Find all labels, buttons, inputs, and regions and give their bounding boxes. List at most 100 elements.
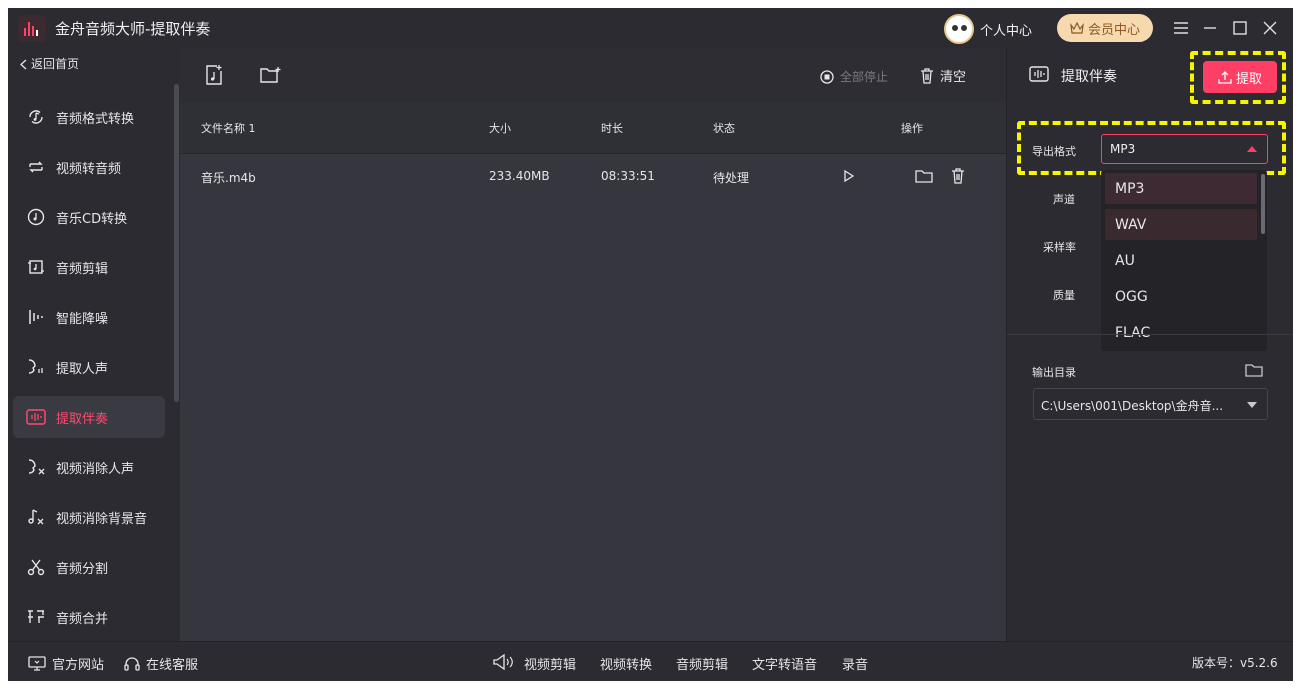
sidebar: 返回首页 音频格式转换 视频转音频 音乐CD转换 音频剪辑 智能降噪 提取人声 … <box>8 48 180 641</box>
online-service-link[interactable]: 在线客服 <box>124 654 198 673</box>
table-row[interactable]: 音乐.m4b 233.40MB 08:33:51 待处理 <box>180 154 1006 200</box>
sidebar-item-label: 视频消除背景音 <box>56 511 148 527</box>
clear-label: 清空 <box>940 70 967 85</box>
divider <box>1007 334 1293 335</box>
format-option-au[interactable]: AU <box>1105 245 1257 276</box>
title-bar: 金舟音频大师-提取伴奏 个人中心 会员中心 <box>8 8 1293 48</box>
sidebar-item-label: 智能降噪 <box>56 311 109 327</box>
sidebar-scrollbar[interactable] <box>174 84 179 402</box>
maximize-icon[interactable] <box>1230 18 1250 38</box>
scissors-icon <box>26 557 46 577</box>
chevron-down-icon <box>1247 402 1257 408</box>
footer-link-video-convert[interactable]: 视频转换 <box>600 654 652 673</box>
open-folder-icon[interactable] <box>914 166 934 186</box>
monitor-icon <box>28 656 46 671</box>
vip-center-button[interactable]: 会员中心 <box>1057 14 1153 42</box>
footer-link-audio-edit[interactable]: 音频剪辑 <box>676 654 728 673</box>
sidebar-item-audio-format-convert[interactable]: 音频格式转换 <box>13 96 165 138</box>
play-icon[interactable] <box>839 166 859 186</box>
clear-button[interactable]: 清空 <box>920 66 966 85</box>
sidebar-item-label: 提取人声 <box>56 361 109 377</box>
sidebar-item-label: 音频合并 <box>56 611 109 627</box>
audio-cut-icon <box>26 257 46 277</box>
official-site-link[interactable]: 官方网站 <box>28 654 104 673</box>
music-convert-icon <box>26 107 46 127</box>
denoise-icon <box>26 307 46 327</box>
output-dir-select[interactable]: C:\Users\001\Desktop\金舟音... <box>1033 388 1268 420</box>
sidebar-item-accompaniment[interactable]: 提取伴奏 <box>13 396 165 438</box>
footer-link-text-to-speech[interactable]: 文字转语音 <box>752 654 817 673</box>
stop-circle-icon <box>820 69 834 84</box>
headset-icon <box>124 656 140 672</box>
sidebar-item-label: 音乐CD转换 <box>56 211 128 227</box>
minimize-icon[interactable] <box>1200 18 1220 38</box>
online-service-label: 在线客服 <box>146 658 199 673</box>
stop-all-label: 全部停止 <box>840 70 889 84</box>
toolbar: 全部停止 清空 <box>180 48 1006 102</box>
delete-icon[interactable] <box>948 166 968 186</box>
output-dir-label: 输出目录 <box>1032 366 1076 379</box>
output-dir-value: C:\Users\001\Desktop\金舟音... <box>1041 399 1224 413</box>
format-option-ogg[interactable]: OGG <box>1105 281 1257 312</box>
personal-center-link[interactable]: 个人中心 <box>980 20 1032 39</box>
video-remove-voice-icon <box>26 457 46 477</box>
add-file-icon[interactable] <box>202 63 226 87</box>
main-content: 全部停止 清空 文件名称 1 大小 时长 状态 操作 音乐.m4b 233.40… <box>180 48 1006 641</box>
sidebar-item-audio-cut[interactable]: 音频剪辑 <box>13 246 165 288</box>
sidebar-item-denoise[interactable]: 智能降噪 <box>13 296 165 338</box>
format-option-flac[interactable]: FLAC <box>1105 317 1257 348</box>
sidebar-item-video-remove-bg[interactable]: 视频消除背景音 <box>13 496 165 538</box>
app-logo <box>18 15 46 42</box>
folder-icon[interactable] <box>1245 363 1263 377</box>
channel-label: 声道 <box>1053 193 1075 206</box>
merge-icon <box>26 607 46 627</box>
crown-icon <box>1070 22 1084 34</box>
version-label: 版本号：v5.2.6 <box>1192 656 1278 670</box>
video-remove-bg-icon <box>26 507 46 527</box>
accompaniment-icon <box>1029 65 1049 83</box>
format-option-mp3[interactable]: MP3 <box>1105 173 1257 204</box>
file-duration: 08:33:51 <box>601 169 655 183</box>
sidebar-item-label: 音频分割 <box>56 561 109 577</box>
column-header-filename[interactable]: 文件名称 1 <box>201 120 256 136</box>
video-to-audio-icon <box>26 157 46 177</box>
chevron-left-icon <box>20 59 27 70</box>
sidebar-item-label: 视频转音频 <box>56 161 122 177</box>
close-icon[interactable] <box>1260 18 1280 38</box>
sidebar-item-music-cd[interactable]: 音乐CD转换 <box>13 196 165 238</box>
avatar[interactable] <box>944 14 974 44</box>
app-title: 金舟音频大师-提取伴奏 <box>55 20 211 38</box>
dropdown-scrollbar[interactable] <box>1261 174 1265 234</box>
megaphone-icon <box>492 652 514 672</box>
sidebar-item-video-to-audio[interactable]: 视频转音频 <box>13 146 165 188</box>
official-site-label: 官方网站 <box>52 658 105 673</box>
menu-icon[interactable] <box>1171 18 1191 38</box>
column-header-status: 状态 <box>713 122 735 135</box>
footer-link-record[interactable]: 录音 <box>842 654 868 673</box>
highlight-format-select <box>1017 121 1286 175</box>
sidebar-item-audio-merge[interactable]: 音频合并 <box>13 596 165 638</box>
panel-title: 提取伴奏 <box>1061 69 1117 85</box>
file-name: 音乐.m4b <box>201 171 256 185</box>
back-home-label: 返回首页 <box>31 57 80 71</box>
format-option-wav[interactable]: WAV <box>1105 209 1257 240</box>
sidebar-item-label: 音频格式转换 <box>56 111 135 127</box>
sidebar-item-audio-split[interactable]: 音频分割 <box>13 546 165 588</box>
panel-header: 提取伴奏 提取 <box>1007 48 1293 104</box>
trash-icon <box>920 67 934 84</box>
column-header-actions: 操作 <box>901 122 923 135</box>
sidebar-item-voice-extract[interactable]: 提取人声 <box>13 346 165 388</box>
sidebar-item-label: 视频消除人声 <box>56 461 135 477</box>
add-folder-icon[interactable] <box>259 63 283 87</box>
sidebar-item-video-remove-voice[interactable]: 视频消除人声 <box>13 446 165 488</box>
sample-rate-label: 采样率 <box>1043 241 1076 254</box>
stop-all-button[interactable]: 全部停止 <box>820 68 888 85</box>
voice-extract-icon <box>26 357 46 377</box>
footer-link-video-edit[interactable]: 视频剪辑 <box>524 654 576 673</box>
file-size: 233.40MB <box>489 169 550 183</box>
file-status: 待处理 <box>713 171 750 185</box>
back-home-link[interactable]: 返回首页 <box>20 55 79 72</box>
highlight-extract-button <box>1190 51 1286 104</box>
settings-panel: 提取伴奏 提取 导出格式 MP3 声道 采样率 质量 MP3 WAV AU OG… <box>1006 48 1293 641</box>
vip-center-label: 会员中心 <box>1087 22 1140 38</box>
